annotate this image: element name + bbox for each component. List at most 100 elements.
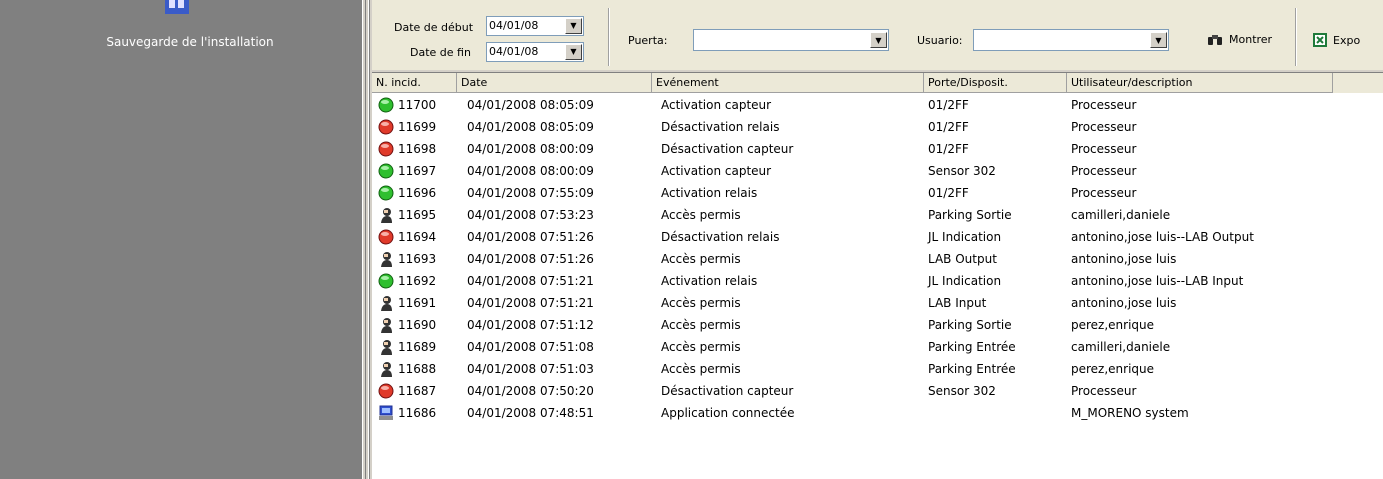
sidebar-item-backup[interactable]: Sauvegarde de l'installation — [0, 35, 380, 49]
table-row[interactable]: 11694 04/01/2008 07:51:26 Désactivation re… — [372, 226, 1372, 248]
table-header: N. incid. Date Evénement Porte/Disposit.… — [372, 73, 1383, 93]
cell-door: Parking Entrée — [928, 340, 1016, 354]
cell-door: 01/2FF — [928, 98, 969, 112]
door-label: Puerta: — [628, 34, 668, 47]
cell-id: 11696 — [398, 186, 437, 200]
cell-id: 11698 — [398, 142, 437, 156]
column-header-date[interactable]: Date — [457, 73, 652, 93]
cell-door: 01/2FF — [928, 120, 969, 134]
user-access-icon — [381, 296, 392, 311]
cell-user: antonino,jose luis — [1071, 252, 1177, 266]
column-header-user[interactable]: Utilisateur/description — [1067, 73, 1333, 93]
status-on-icon — [378, 163, 394, 179]
date-end-label: Date de fin — [410, 46, 471, 59]
cell-user: Processeur — [1071, 98, 1137, 112]
cell-user: antonino,jose luis — [1071, 296, 1177, 310]
cell-id: 11688 — [398, 362, 437, 376]
table-row[interactable]: 11690 04/01/2008 07:51:12 Accès permis Park… — [372, 314, 1372, 336]
event-list[interactable]: N. incid. Date Evénement Porte/Disposit.… — [372, 72, 1383, 479]
backup-icon[interactable] — [163, 0, 191, 14]
splitter[interactable] — [362, 0, 370, 479]
excel-icon — [1313, 33, 1327, 47]
cell-user: Processeur — [1071, 384, 1137, 398]
cell-date: 04/01/2008 07:48:51 — [467, 406, 594, 420]
status-on-icon — [378, 273, 394, 289]
date-end-field[interactable]: 04/01/08 ▼ — [486, 42, 584, 62]
cell-event: Accès permis — [661, 318, 741, 332]
status-on-icon — [378, 185, 394, 201]
cell-user: camilleri,daniele — [1071, 340, 1171, 354]
table-row[interactable]: 11695 04/01/2008 07:53:23 Accès permis Park… — [372, 204, 1372, 226]
table-row[interactable]: 11691 04/01/2008 07:51:21 Accès permis LAB … — [372, 292, 1372, 314]
column-header-event[interactable]: Evénement — [652, 73, 924, 93]
table-row[interactable]: 11689 04/01/2008 07:51:08 Accès permis Park… — [372, 336, 1372, 358]
cell-event: Accès permis — [661, 252, 741, 266]
user-dropdown-icon[interactable]: ▼ — [1150, 32, 1167, 48]
cell-event: Activation capteur — [661, 98, 772, 112]
show-button[interactable]: Montrer — [1207, 33, 1272, 46]
cell-event: Accès permis — [661, 340, 741, 354]
cell-id: 11691 — [398, 296, 437, 310]
cell-event: Désactivation capteur — [661, 384, 794, 398]
cell-date: 04/01/2008 07:51:08 — [467, 340, 594, 354]
export-label: Expo — [1333, 33, 1361, 47]
cell-event: Désactivation relais — [661, 230, 780, 244]
table-row[interactable]: 11687 04/01/2008 07:50:20 Désactivation ca… — [372, 380, 1372, 402]
table-row[interactable]: 11686 04/01/2008 07:48:51 Application conn… — [372, 402, 1372, 424]
status-off-icon — [378, 383, 394, 399]
cell-user: Processeur — [1071, 120, 1137, 134]
cell-door: 01/2FF — [928, 142, 969, 156]
door-select[interactable]: ▼ — [693, 29, 889, 51]
cell-id: 11687 — [398, 384, 437, 398]
cell-date: 04/01/2008 07:55:09 — [467, 186, 594, 200]
table-row[interactable]: 11688 04/01/2008 07:51:03 Accès permis Park… — [372, 358, 1372, 380]
cell-event: Accès permis — [661, 296, 741, 310]
date-end-dropdown-icon[interactable]: ▼ — [565, 44, 582, 60]
table-row[interactable]: 11700 04/01/2008 08:05:09 Activation capte… — [372, 94, 1372, 116]
user-select[interactable]: ▼ — [973, 29, 1169, 51]
cell-event: Activation capteur — [661, 164, 772, 178]
cell-door: Parking Entrée — [928, 362, 1016, 376]
cell-user: antonino,jose luis--LAB Input — [1071, 274, 1244, 288]
cell-door: LAB Output — [928, 252, 997, 266]
user-access-icon — [381, 340, 392, 355]
cell-date: 04/01/2008 07:51:21 — [467, 274, 594, 288]
cell-door: JL Indication — [928, 230, 1002, 244]
user-access-icon — [381, 362, 392, 377]
column-header-door[interactable]: Porte/Disposit. — [924, 73, 1067, 93]
cell-id: 11694 — [398, 230, 437, 244]
cell-id: 11693 — [398, 252, 437, 266]
cell-user: perez,enrique — [1071, 362, 1155, 376]
cell-date: 04/01/2008 07:51:21 — [467, 296, 594, 310]
cell-event: Activation relais — [661, 274, 758, 288]
status-off-icon — [378, 229, 394, 245]
cell-user: camilleri,daniele — [1071, 208, 1171, 222]
table-row[interactable]: 11697 04/01/2008 08:00:09 Activation capte… — [372, 160, 1372, 182]
status-off-icon — [378, 119, 394, 135]
date-start-value: 04/01/08 — [489, 19, 539, 32]
cell-id: 11695 — [398, 208, 437, 222]
cell-id: 11690 — [398, 318, 437, 332]
table-row[interactable]: 11698 04/01/2008 08:00:09 Désactivation ca… — [372, 138, 1372, 160]
cell-date: 04/01/2008 07:51:26 — [467, 252, 594, 266]
cell-door: LAB Input — [928, 296, 987, 310]
status-off-icon — [378, 141, 394, 157]
table-row[interactable]: 11693 04/01/2008 07:51:26 Accès permis LAB … — [372, 248, 1372, 270]
door-dropdown-icon[interactable]: ▼ — [870, 32, 887, 48]
date-end-value: 04/01/08 — [489, 45, 539, 58]
cell-user: Processeur — [1071, 186, 1137, 200]
cell-date: 04/01/2008 07:51:12 — [467, 318, 594, 332]
table-row[interactable]: 11699 04/01/2008 08:05:09 Désactivation re… — [372, 116, 1372, 138]
cell-date: 04/01/2008 07:51:26 — [467, 230, 594, 244]
computer-icon — [379, 405, 393, 420]
cell-event: Accès permis — [661, 208, 741, 222]
cell-door: Parking Sortie — [928, 208, 1012, 222]
table-row[interactable]: 11692 04/01/2008 07:51:21 Activation relai… — [372, 270, 1372, 292]
date-start-field[interactable]: 04/01/08 ▼ — [486, 16, 584, 36]
cell-user: antonino,jose luis--LAB Output — [1071, 230, 1254, 244]
table-row[interactable]: 11696 04/01/2008 07:55:09 Activation relai… — [372, 182, 1372, 204]
export-button[interactable]: Expo — [1313, 33, 1360, 47]
column-header-id[interactable]: N. incid. — [372, 73, 457, 93]
date-start-dropdown-icon[interactable]: ▼ — [565, 18, 582, 34]
toolbar-separator — [608, 8, 610, 66]
